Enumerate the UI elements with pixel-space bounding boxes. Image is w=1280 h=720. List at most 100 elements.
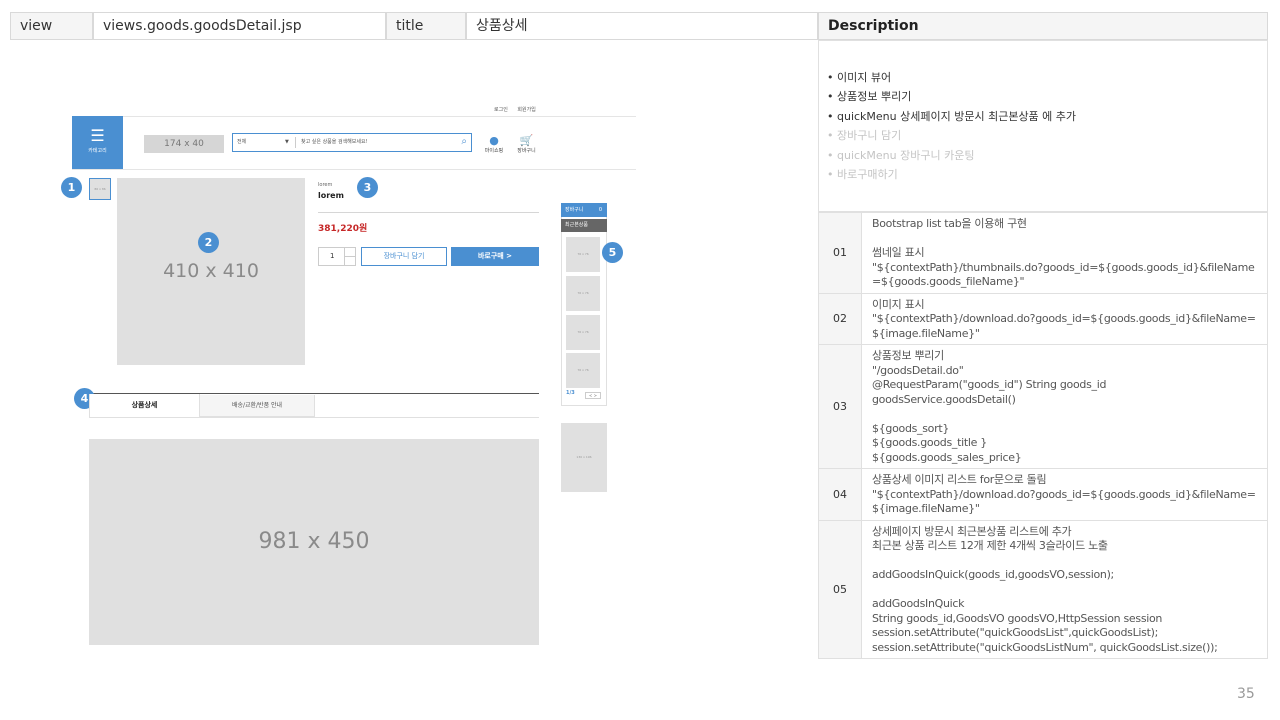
- row-line: 썸네일 표시: [872, 246, 925, 259]
- view-label: view: [10, 12, 93, 40]
- quantity-value: 1: [330, 252, 335, 260]
- quantity-stepper[interactable]: 1: [318, 247, 356, 266]
- row-line: ${goods.goods_title }: [872, 436, 988, 449]
- row-spacer: [872, 583, 1261, 598]
- hamburger-icon: ☰: [90, 126, 105, 145]
- row-line: "${contextPath}/download.do?goods_id=${g…: [872, 312, 1256, 325]
- row-content: 상품상세 이미지 리스트 for문으로 돌림 "${contextPath}/d…: [861, 468, 1268, 521]
- search-bar[interactable]: 전체 ▼ 찾고 싶은 상품을 검색해보세요! ⌕: [232, 133, 472, 152]
- row-line: ${image.fileName}": [872, 502, 980, 515]
- row-line: 이미지 표시: [872, 297, 925, 311]
- table-row: 03 상품정보 뿌리기 "/goodsDetail.do" @RequestPa…: [818, 344, 1268, 469]
- product-divider: [318, 212, 539, 213]
- title-label: title: [386, 12, 466, 40]
- view-value: views.goods.goodsDetail.jsp: [93, 12, 386, 40]
- row-line: 상품상세 이미지 리스트 for문으로 돌림: [872, 473, 1047, 486]
- bullet-item: 장바구니 담기: [827, 126, 1076, 145]
- row-line: 최근본 상품 리스트 12개 제한 4개씩 3슬라이드 노출: [872, 539, 1108, 552]
- row-content: 상품정보 뿌리기 "/goodsDetail.do" @RequestParam…: [861, 344, 1268, 469]
- badge-3: 3: [357, 177, 378, 198]
- row-number: 01: [818, 212, 862, 294]
- top-links: 로그인 회원가입: [494, 106, 544, 113]
- row-line: goodsService.goodsDetail(): [872, 392, 1016, 406]
- row-number: 02: [818, 292, 862, 345]
- quick-cart-count: 0: [598, 207, 602, 213]
- row-line: "${contextPath}/thumbnails.do?goods_id=$…: [872, 260, 1255, 274]
- description-bullets: 이미지 뷰어 상품정보 뿌리기 quickMenu 상세페이지 방문시 최근본상…: [827, 68, 1076, 184]
- my-shopping-label: 마이쇼핑: [484, 148, 504, 154]
- product-category: lorem: [318, 182, 333, 188]
- side-banner: 130 x 196: [561, 423, 607, 492]
- table-row: 01 Bootstrap list tab을 이용해 구현 썸네일 표시 "${…: [818, 212, 1268, 294]
- category-button[interactable]: ☰ 카테고리: [72, 116, 123, 169]
- row-line: "${contextPath}/download.do?goods_id=${g…: [872, 487, 1256, 501]
- row-line: addGoodsInQuick: [872, 597, 965, 610]
- cart-nav-label: 장바구니: [517, 148, 536, 154]
- bullet-item: quickMenu 장바구니 카운팅: [827, 146, 1076, 165]
- bullet-item: 이미지 뷰어: [827, 68, 1076, 87]
- row-number: 03: [818, 344, 862, 469]
- row-line: 상품정보 뿌리기: [872, 349, 944, 362]
- recent-item[interactable]: 76 x 76: [566, 315, 600, 350]
- cart-nav-button[interactable]: 🛒 장바구니: [513, 134, 540, 154]
- quick-page-arrows[interactable]: < >: [585, 392, 601, 399]
- recent-item[interactable]: 76 x 76: [566, 276, 600, 311]
- tab-bottom-line: [89, 417, 539, 418]
- bullet-item: 바로구매하기: [827, 165, 1076, 184]
- bullet-item: quickMenu 상세페이지 방문시 최근본상품 에 추가: [827, 107, 1076, 126]
- tab-product-detail[interactable]: 상품상세: [89, 394, 200, 417]
- row-line: Bootstrap list tab을 이용해 구현: [872, 217, 1027, 230]
- tab-shipping-info[interactable]: 배송/교환/반품 안내: [200, 395, 315, 417]
- row-line: 상세페이지 방문시 최근본상품 리스트에 추가: [872, 524, 1072, 538]
- detail-image: 981 x 450: [89, 439, 539, 645]
- user-icon: ●: [489, 134, 499, 147]
- stepper-arrows[interactable]: [344, 248, 355, 265]
- page-number: 35: [1237, 686, 1255, 702]
- add-to-cart-button[interactable]: 장바구니 담기: [361, 247, 447, 266]
- bullet-item: 상품정보 뿌리기: [827, 87, 1076, 106]
- row-number: 05: [818, 519, 862, 659]
- recent-item[interactable]: 76 x 76: [566, 353, 600, 388]
- title-value: 상품상세: [466, 12, 818, 40]
- quick-page-indicator: 1/3: [566, 390, 575, 396]
- search-input[interactable]: 찾고 싶은 상품을 검색해보세요!: [301, 134, 368, 151]
- table-row: 04 상품상세 이미지 리스트 for문으로 돌림 "${contextPath…: [818, 468, 1268, 521]
- row-line: session.setAttribute("quickGoodsListNum"…: [872, 640, 1218, 654]
- row-line: ${image.fileName}": [872, 326, 980, 340]
- top-divider: [72, 116, 636, 117]
- cart-icon: 🛒: [519, 134, 534, 147]
- chevron-down-icon: ▼: [285, 139, 289, 145]
- row-line: ${goods_sort}: [872, 421, 950, 435]
- spec-table: 01 Bootstrap list tab을 이용해 구현 썸네일 표시 "${…: [818, 212, 1268, 659]
- badge-5: 5: [602, 242, 623, 263]
- search-icon[interactable]: ⌕: [461, 135, 467, 149]
- row-spacer: [872, 554, 1261, 569]
- table-row: 02 이미지 표시 "${contextPath}/download.do?go…: [818, 292, 1268, 345]
- row-content: Bootstrap list tab을 이용해 구현 썸네일 표시 "${con…: [861, 212, 1268, 294]
- row-line: @RequestParam("goods_id") String goods_i…: [872, 378, 1107, 391]
- row-content: 상세페이지 방문시 최근본상품 리스트에 추가 최근본 상품 리스트 12개 제…: [861, 519, 1268, 659]
- row-content: 이미지 표시 "${contextPath}/download.do?goods…: [861, 292, 1268, 345]
- product-name: lorem: [318, 191, 344, 200]
- main-image: 410 x 410: [117, 178, 305, 365]
- row-line: "/goodsDetail.do": [872, 363, 964, 377]
- logo-placeholder: 174 x 40: [144, 135, 224, 153]
- my-shopping-button[interactable]: ● 마이쇼핑: [481, 134, 507, 154]
- badge-1: 1: [61, 177, 82, 198]
- quick-cart-header[interactable]: 장바구니 0: [561, 203, 607, 217]
- row-line: session.setAttribute("quickGoodsList",qu…: [872, 626, 1159, 639]
- search-divider: [295, 137, 296, 148]
- row-line: String goods_id,GoodsVO goodsVO,HttpSess…: [872, 611, 1163, 625]
- row-line: =${goods.goods_fileName}": [872, 275, 1025, 288]
- row-line: ${goods.goods_sales_price}: [872, 450, 1022, 464]
- thumbnail[interactable]: 86 x 86: [89, 178, 111, 200]
- row-line: addGoodsInQuick(goods_id,goodsVO,session…: [872, 568, 1114, 581]
- signup-link[interactable]: 회원가입: [517, 107, 535, 113]
- row-spacer: [872, 232, 1261, 247]
- buy-now-button[interactable]: 바로구매 >: [451, 247, 539, 266]
- login-link[interactable]: 로그인: [494, 107, 508, 113]
- quick-cart-label: 장바구니: [565, 207, 584, 213]
- row-number: 04: [818, 468, 862, 521]
- recent-item[interactable]: 76 x 76: [566, 237, 600, 272]
- row-spacer: [872, 407, 1261, 422]
